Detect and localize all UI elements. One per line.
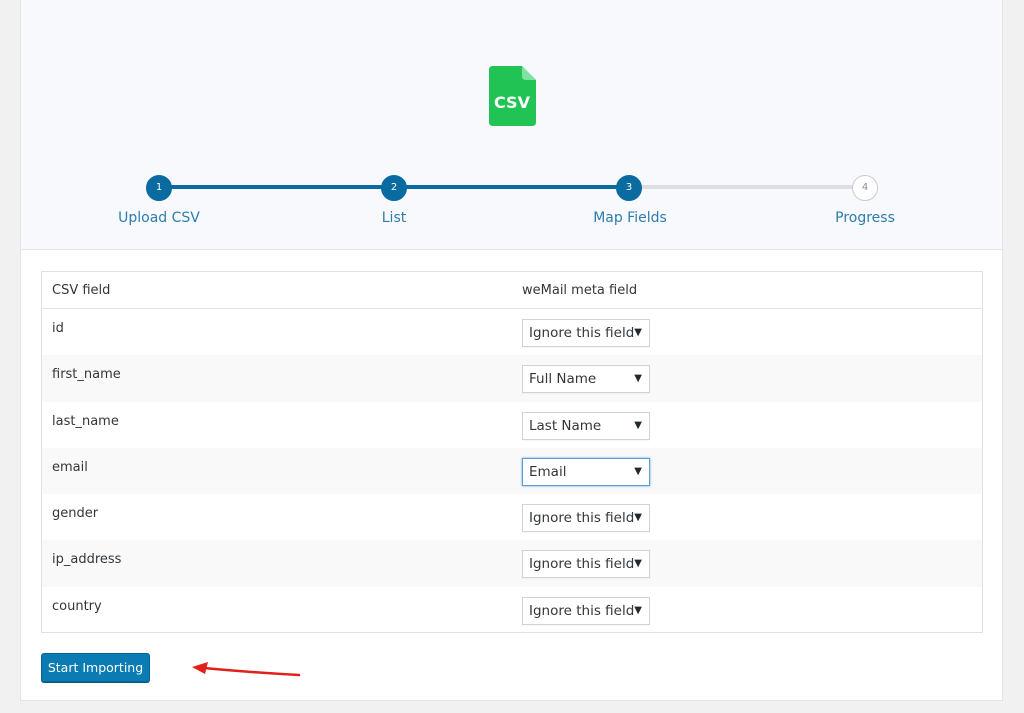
csv-field-name: email [52, 459, 88, 475]
select-value: Last Name [529, 417, 602, 434]
caret-down-icon: ▼ [634, 465, 642, 477]
csv-field-name: ip_address [52, 552, 122, 568]
csv-field-name: country [52, 598, 102, 614]
importer-card: CSV 1 2 3 4 Upload CSV List Map Fields P… [20, 0, 1003, 701]
step-2-indicator: 2 [381, 175, 407, 201]
progress-track-1 [161, 185, 401, 189]
caret-down-icon: ▼ [634, 327, 642, 338]
step-1-indicator: 1 [146, 175, 172, 201]
progress-track-3 [633, 185, 865, 189]
mapping-select-email[interactable]: Email ▼ [522, 457, 650, 486]
csv-icon-label: CSV [494, 93, 531, 112]
select-value: Ignore this field [529, 325, 635, 341]
mapping-select-ip-address[interactable]: Ignore this field ▼ [522, 550, 650, 579]
select-value: Ignore this field [529, 556, 635, 573]
table-header: CSV field weMail meta field [42, 272, 982, 309]
table-row: last_name Last Name ▼ [42, 402, 982, 448]
csv-field-header: CSV field [52, 283, 111, 298]
mapping-select-last-name[interactable]: Last Name ▼ [522, 411, 650, 440]
select-value: Full Name [529, 371, 597, 388]
step-1-label: Upload CSV [118, 210, 200, 226]
caret-down-icon: ▼ [634, 558, 642, 570]
csv-file-icon: CSV [489, 66, 536, 126]
progress-track-2 [397, 185, 637, 189]
mapping-select-gender[interactable]: Ignore this field ▼ [522, 504, 650, 533]
mapping-select-id[interactable]: Ignore this field ▼ [522, 319, 650, 347]
field-mapping-table: CSV field weMail meta field id Ignore th… [41, 271, 983, 633]
wizard-header: CSV 1 2 3 4 Upload CSV List Map Fields P… [21, 0, 1002, 250]
table-row: email Email ▼ [42, 447, 982, 495]
start-importing-button[interactable]: Start Importing [41, 653, 150, 682]
step-3-label: Map Fields [593, 210, 667, 226]
csv-field-name: gender [52, 506, 99, 522]
select-value: Ignore this field [529, 510, 635, 527]
caret-down-icon: ▼ [634, 512, 642, 524]
table-row: ip_address Ignore this field ▼ [42, 540, 982, 587]
csv-field-name: id [52, 321, 64, 336]
table-row: country Ignore this field ▼ [42, 587, 982, 633]
step-3-indicator: 3 [616, 175, 642, 201]
step-2-label: List [381, 210, 407, 226]
mapping-select-country[interactable]: Ignore this field ▼ [522, 596, 650, 625]
caret-down-icon: ▼ [634, 419, 642, 431]
table-row: id Ignore this field ▼ [42, 309, 982, 355]
step-4-indicator: 4 [852, 175, 878, 201]
table-row: first_name Full Name ▼ [42, 355, 982, 402]
select-value: Email [529, 463, 567, 480]
meta-field-header: weMail meta field [522, 283, 638, 298]
mapping-select-first-name[interactable]: Full Name ▼ [522, 365, 650, 394]
csv-field-name: last_name [52, 413, 119, 429]
csv-field-name: first_name [52, 367, 121, 383]
select-value: Ignore this field [529, 602, 635, 619]
caret-down-icon: ▼ [634, 373, 642, 385]
annotation-arrow-icon [192, 662, 301, 677]
table-row: gender Ignore this field ▼ [42, 494, 982, 540]
step-4-label: Progress [835, 210, 895, 226]
caret-down-icon: ▼ [634, 604, 642, 616]
